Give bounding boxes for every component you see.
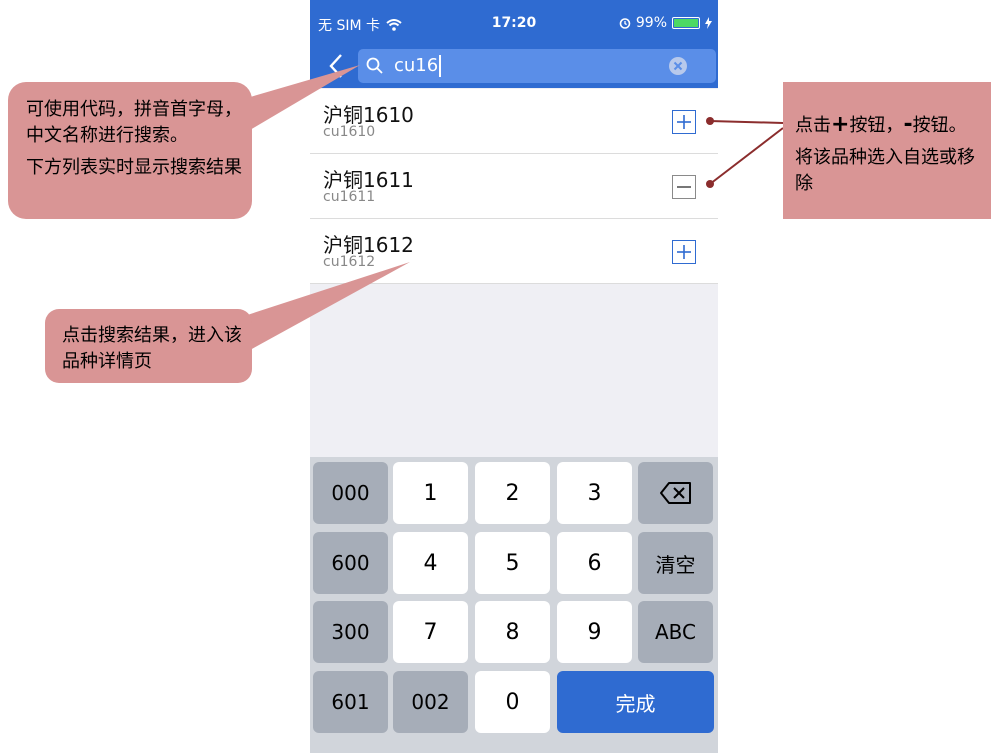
battery-icon bbox=[672, 17, 700, 29]
callout-detail-hint-text: 点击搜索结果，进入该品种详情页 bbox=[62, 325, 242, 372]
key-000[interactable]: 000 bbox=[313, 462, 388, 524]
callout-search-hint-line1: 可使用代码，拼音首字母，中文名称进行搜索。 bbox=[26, 99, 242, 146]
backspace-icon bbox=[659, 482, 691, 504]
search-icon bbox=[366, 57, 383, 74]
callout-search-hint: 可使用代码，拼音首字母，中文名称进行搜索。 下方列表实时显示搜索结果 bbox=[8, 82, 252, 219]
key-7[interactable]: 7 bbox=[393, 601, 468, 663]
clear-key[interactable]: 清空 bbox=[638, 532, 713, 594]
key-9[interactable]: 9 bbox=[557, 601, 632, 663]
battery-percent: 99% bbox=[635, 15, 667, 31]
callout-detail-hint: 点击搜索结果，进入该品种详情页 bbox=[45, 309, 252, 383]
abc-key[interactable]: ABC bbox=[638, 601, 713, 663]
connector-minus bbox=[709, 127, 784, 185]
search-results-list: 沪铜1610 cu1610 沪铜1611 cu1611 沪铜1612 cu161… bbox=[310, 89, 718, 284]
item-code: cu1611 bbox=[323, 189, 376, 205]
search-input[interactable]: cu16 bbox=[358, 49, 716, 83]
charging-bolt-icon bbox=[705, 17, 712, 29]
item-code: cu1610 bbox=[323, 124, 376, 140]
key-2[interactable]: 2 bbox=[475, 462, 550, 524]
status-right: 99% bbox=[619, 15, 712, 31]
key-300[interactable]: 300 bbox=[313, 601, 388, 663]
minus-symbol: - bbox=[903, 112, 913, 137]
key-6[interactable]: 6 bbox=[557, 532, 632, 594]
backspace-key[interactable] bbox=[638, 462, 713, 524]
key-8[interactable]: 8 bbox=[475, 601, 550, 663]
key-601[interactable]: 601 bbox=[313, 671, 388, 733]
callout-text-click: 点击 bbox=[795, 115, 831, 136]
search-value: cu16 bbox=[394, 55, 442, 77]
callout-button-hint-line1: 点击+按钮，-按钮。 bbox=[795, 112, 985, 139]
done-key[interactable]: 完成 bbox=[557, 671, 714, 733]
chevron-left-icon[interactable] bbox=[322, 50, 350, 82]
key-0[interactable]: 0 bbox=[475, 671, 550, 733]
remove-from-watchlist-button[interactable] bbox=[672, 175, 696, 199]
list-item[interactable]: 沪铜1612 cu1612 bbox=[310, 219, 718, 284]
clear-circle-icon[interactable] bbox=[668, 56, 688, 76]
connector-plus bbox=[709, 120, 784, 124]
add-to-watchlist-button[interactable] bbox=[672, 110, 696, 134]
callout-button-hint-line2: 将该品种选入自选或移除 bbox=[795, 147, 975, 194]
callout-search-hint-line2: 下方列表实时显示搜索结果 bbox=[26, 157, 242, 178]
item-code: cu1612 bbox=[323, 254, 376, 270]
key-600[interactable]: 600 bbox=[313, 532, 388, 594]
callout-text-button-end: 按钮。 bbox=[912, 115, 967, 136]
battery-fill bbox=[674, 19, 698, 27]
phone-screen: 无 SIM 卡 17:20 99% cu16 沪铜1610 cu1610 沪铜1… bbox=[310, 0, 718, 753]
callout-text-button: 按钮， bbox=[849, 115, 904, 136]
status-bar: 无 SIM 卡 17:20 99% bbox=[310, 0, 718, 44]
key-4[interactable]: 4 bbox=[393, 532, 468, 594]
numeric-keyboard: 000 1 2 3 600 4 5 6 清空 300 7 8 9 ABC 601… bbox=[310, 457, 718, 753]
add-to-watchlist-button[interactable] bbox=[672, 240, 696, 264]
key-5[interactable]: 5 bbox=[475, 532, 550, 594]
list-item[interactable]: 沪铜1610 cu1610 bbox=[310, 89, 718, 154]
plus-symbol: + bbox=[831, 112, 850, 137]
alarm-icon bbox=[619, 18, 631, 29]
plus-icon bbox=[677, 245, 691, 259]
key-1[interactable]: 1 bbox=[393, 462, 468, 524]
search-nav-bar: cu16 bbox=[310, 44, 718, 88]
key-002[interactable]: 002 bbox=[393, 671, 468, 733]
search-text: cu16 bbox=[394, 55, 439, 76]
list-item[interactable]: 沪铜1611 cu1611 bbox=[310, 154, 718, 219]
key-3[interactable]: 3 bbox=[557, 462, 632, 524]
plus-icon bbox=[677, 115, 691, 129]
text-caret bbox=[439, 55, 442, 77]
minus-icon bbox=[677, 186, 691, 188]
callout-button-hint: 点击+按钮，-按钮。 将该品种选入自选或移除 bbox=[783, 82, 991, 219]
